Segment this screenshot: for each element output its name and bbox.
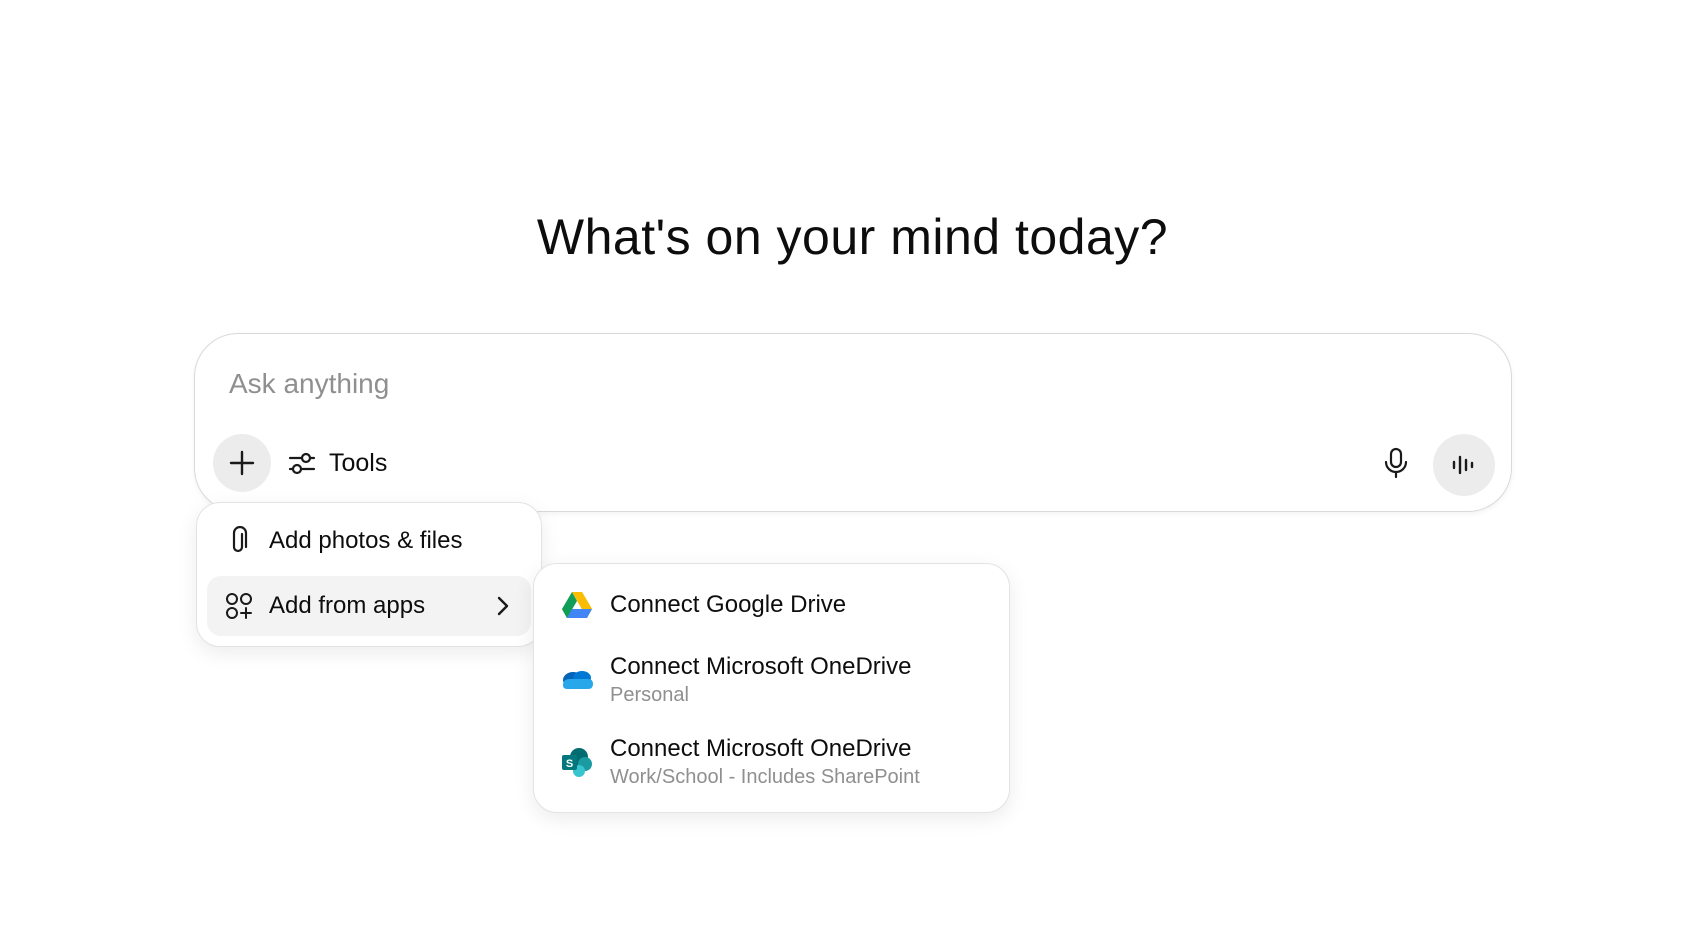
page-title: What's on your mind today? [536, 209, 1169, 265]
sub-item-title: Connect Microsoft OneDrive [610, 735, 912, 762]
sub-item-subtitle: Work/School - Includes SharePoint [610, 766, 920, 788]
voice-mode-button[interactable] [1433, 434, 1495, 496]
svg-text:S: S [566, 758, 573, 770]
menu-item-label: Add from apps [269, 592, 426, 619]
dictate-button[interactable] [1375, 442, 1417, 484]
apps-submenu: Connect Google Drive Connect Microsoft O… [533, 563, 1010, 813]
add-attachment-button[interactable] [213, 434, 271, 492]
onedrive-icon [560, 663, 594, 697]
prompt-input[interactable] [229, 364, 1329, 404]
menu-item-add-photos-files[interactable]: Add photos & files [207, 511, 531, 571]
connect-google-drive-item[interactable]: Connect Google Drive [560, 588, 1000, 622]
waveform-icon [1452, 455, 1474, 475]
page: What's on your mind today? Tools [0, 0, 1705, 938]
chevron-right-icon [497, 596, 509, 616]
paperclip-icon [223, 525, 255, 557]
plus-icon [229, 450, 255, 476]
apps-icon [223, 590, 255, 622]
prompt-composer: Tools [194, 333, 1512, 512]
sharepoint-icon: S [560, 745, 594, 779]
tools-label: Tools [329, 448, 388, 477]
microphone-icon [1384, 447, 1408, 479]
attach-menu: Add photos & files Add from apps [196, 502, 542, 647]
sub-item-subtitle: Personal [610, 684, 689, 706]
menu-item-add-from-apps[interactable]: Add from apps [207, 576, 531, 636]
google-drive-icon [560, 588, 594, 622]
connect-onedrive-personal-item[interactable]: Connect Microsoft OneDrive Personal [560, 652, 1000, 708]
connect-onedrive-work-item[interactable]: S Connect Microsoft OneDrive Work/School… [560, 734, 1000, 790]
sub-item-title: Connect Microsoft OneDrive [610, 653, 912, 680]
sub-item-title: Connect Google Drive [610, 591, 847, 618]
tools-button[interactable]: Tools [287, 442, 387, 484]
sliders-icon [288, 452, 316, 475]
menu-item-label: Add photos & files [269, 527, 463, 554]
